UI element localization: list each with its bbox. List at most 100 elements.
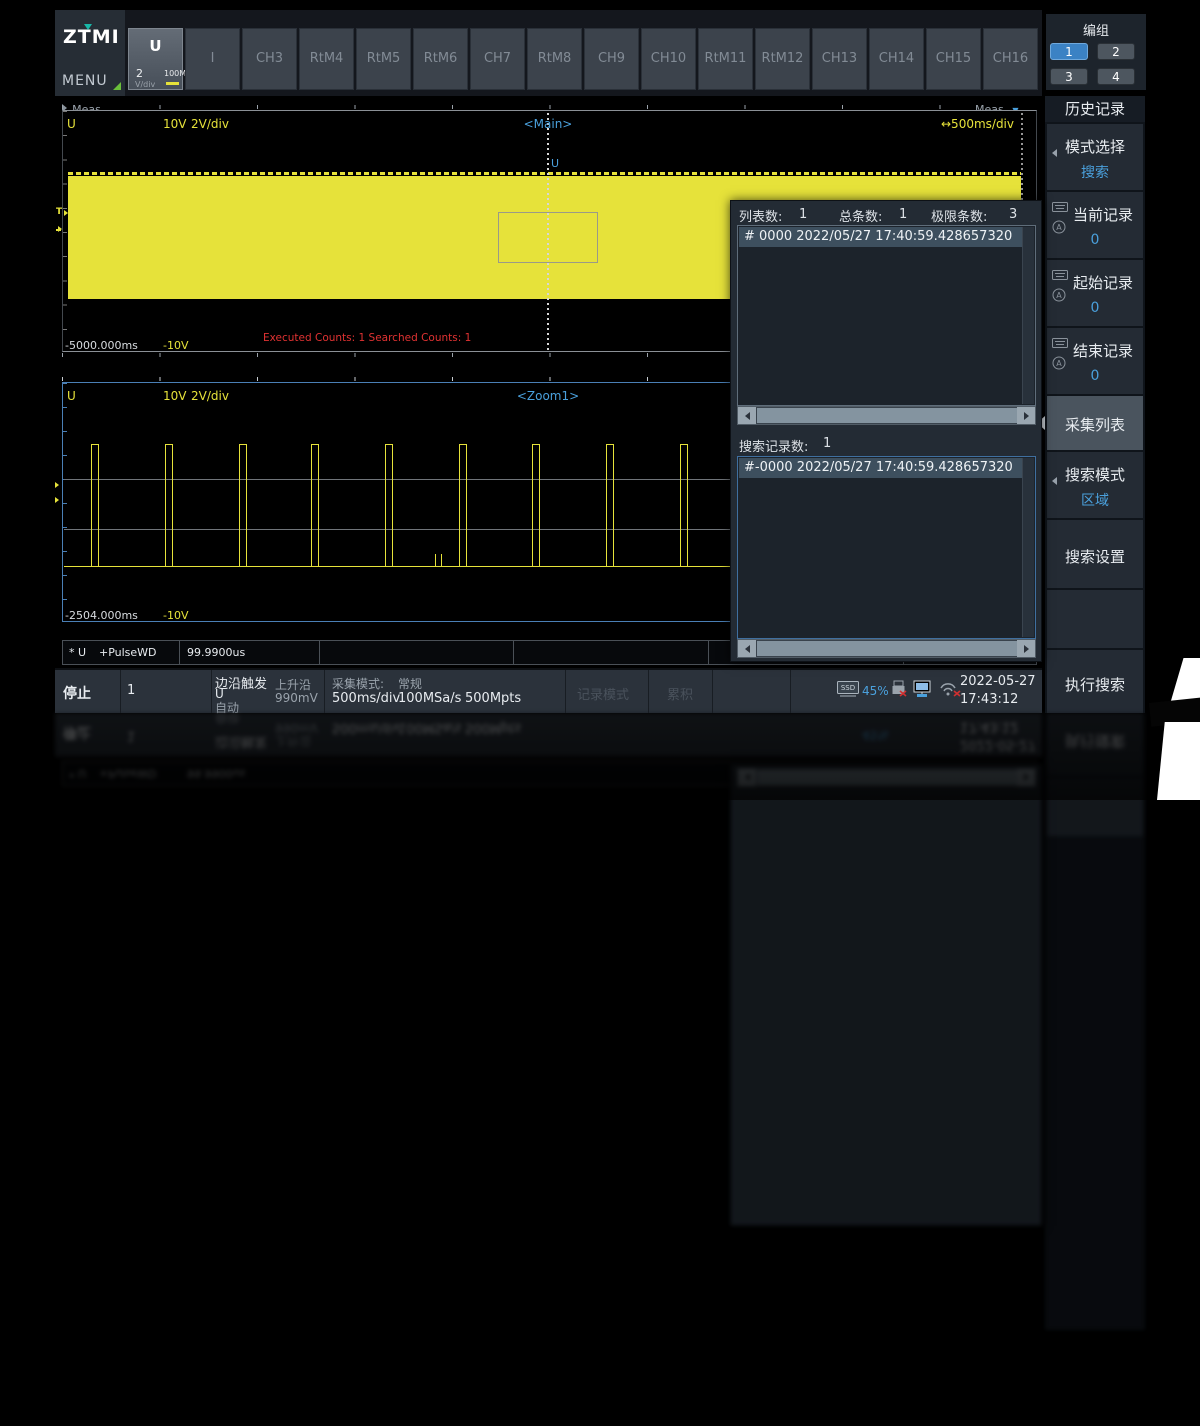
keyboard-icon bbox=[1052, 202, 1068, 212]
channel-tab[interactable]: RtM8 bbox=[527, 28, 582, 90]
group-button-4[interactable]: 4 bbox=[1097, 68, 1135, 85]
sidebar-item-acq-list[interactable]: 采集列表 bbox=[1047, 396, 1143, 450]
reflection-text: 边沿触发 bbox=[215, 734, 267, 753]
main-time-left-label: -5000.000ms bbox=[65, 339, 138, 352]
divider bbox=[211, 670, 212, 713]
measure-source: * U bbox=[69, 646, 86, 659]
mode-select-value: 搜索 bbox=[1047, 162, 1143, 182]
divider bbox=[319, 641, 320, 664]
reflection-scroll-button bbox=[738, 769, 756, 786]
search-list-item[interactable]: #-0000 2022/05/27 17:40:59.428657320 bbox=[739, 458, 1028, 478]
reflection-text: 500ms/div bbox=[332, 720, 400, 735]
acq-mode-value: 常规 bbox=[398, 675, 422, 692]
zoom-time-left-label: -2504.000ms bbox=[65, 609, 138, 622]
channel-tab[interactable]: CH10 bbox=[641, 28, 696, 90]
sidebar-item-current-record[interactable]: A 当前记录 0 bbox=[1047, 192, 1143, 258]
scroll-right-button[interactable] bbox=[1017, 407, 1035, 424]
channel-tab[interactable]: CH13 bbox=[812, 28, 867, 90]
vertical-scrollbar[interactable] bbox=[1022, 227, 1034, 404]
channel-tab-label: CH3 bbox=[243, 51, 296, 66]
glitch-pulse bbox=[435, 554, 442, 566]
search-result-text: Executed Counts: 1 Searched Counts: 1 bbox=[263, 332, 471, 344]
channel-tab[interactable]: CH15 bbox=[926, 28, 981, 90]
channel-tab[interactable]: RtM6 bbox=[413, 28, 468, 90]
reflection-text: 500Mpts bbox=[465, 720, 521, 735]
scroll-right-button[interactable] bbox=[1017, 640, 1035, 657]
limit-count-value: 3 bbox=[1009, 207, 1017, 222]
channel-tab[interactable]: CH14 bbox=[869, 28, 924, 90]
divider bbox=[120, 670, 121, 713]
search-mode-label: 搜索模式 bbox=[1047, 464, 1143, 485]
record-list-item[interactable]: # 0000 2022/05/27 17:40:59.428657320 bbox=[739, 227, 1028, 247]
main-range-label: 10V bbox=[163, 117, 186, 131]
sidebar-item-search-mode[interactable]: 搜索模式 区域 bbox=[1047, 452, 1143, 518]
acq-list-label: 采集列表 bbox=[1047, 414, 1143, 435]
trigger-marker-arrow-icon bbox=[64, 210, 68, 216]
main-timebase-label: ↔500ms/div bbox=[941, 117, 1014, 131]
timebase-value: 500ms/div bbox=[332, 691, 400, 706]
group-button-1[interactable]: 1 bbox=[1050, 43, 1088, 60]
reflection-scrollbar bbox=[737, 768, 1036, 787]
channel-vdiv-value: 2 bbox=[136, 67, 143, 80]
trigger-level-marker[interactable]: T bbox=[56, 207, 62, 217]
sidebar-item-start-record[interactable]: A 起始记录 0 bbox=[1047, 260, 1143, 326]
wifi-icon bbox=[939, 681, 961, 697]
trigger-mode: 自动 bbox=[215, 699, 239, 716]
current-record-label: 当前记录 bbox=[1073, 204, 1133, 225]
channel-tab-label: I bbox=[186, 51, 239, 66]
divider bbox=[179, 641, 180, 664]
pulse bbox=[239, 444, 247, 566]
zoom-level-bottom-label: -10V bbox=[163, 609, 189, 622]
sample-rate-value: 100MSa/s bbox=[398, 691, 461, 706]
scrollbar-thumb[interactable] bbox=[757, 408, 1017, 423]
search-zone-box[interactable] bbox=[498, 212, 598, 263]
reflection-text: 99.9900us bbox=[187, 767, 245, 780]
record-list[interactable]: # 0000 2022/05/27 17:40:59.428657320 bbox=[737, 225, 1036, 406]
accumulate-label: 累积 bbox=[667, 684, 693, 703]
channel-tab[interactable]: RtM4 bbox=[299, 28, 354, 90]
vertical-scrollbar[interactable] bbox=[1022, 458, 1034, 637]
status-bar: 停止 1 边沿触发 U 自动 上升沿 990mV 采集模式: 常规 500ms/… bbox=[55, 668, 1042, 713]
main-channel-label: U bbox=[67, 117, 76, 131]
channel-tab-label: CH10 bbox=[642, 51, 695, 66]
sidebar-item-execute-search[interactable]: 执行搜索 bbox=[1047, 650, 1143, 713]
horizontal-scrollbar[interactable] bbox=[737, 639, 1036, 658]
search-result-list[interactable]: #-0000 2022/05/27 17:40:59.428657320 bbox=[737, 456, 1036, 639]
svg-text:SSD: SSD bbox=[841, 684, 855, 692]
horizontal-scrollbar[interactable] bbox=[737, 406, 1036, 425]
sidebar-header: 历史记录 bbox=[1045, 96, 1145, 122]
total-count-label: 总条数: bbox=[839, 206, 882, 225]
channel-tab-active[interactable]: U 2 V/div 100M bbox=[128, 28, 183, 90]
end-record-label: 结束记录 bbox=[1073, 340, 1133, 361]
channel-tab[interactable]: RtM11 bbox=[698, 28, 753, 90]
sidebar-item-end-record[interactable]: A 结束记录 0 bbox=[1047, 328, 1143, 394]
channel-tab[interactable]: RtM12 bbox=[755, 28, 810, 90]
end-record-value: 0 bbox=[1047, 368, 1143, 384]
search-mode-value: 区域 bbox=[1047, 490, 1143, 510]
channel-tab-label: RtM4 bbox=[300, 51, 353, 66]
background-corner bbox=[1157, 722, 1200, 800]
history-list-panel: 列表数: 1 总条数: 1 极限条数: 3 # 0000 2022/05/27 … bbox=[730, 200, 1042, 662]
channel-tab[interactable]: RtM5 bbox=[356, 28, 411, 90]
scroll-left-button[interactable] bbox=[738, 640, 756, 657]
divider bbox=[513, 641, 514, 664]
reflection-text: 45% bbox=[862, 728, 889, 742]
sidebar-item-search-settings[interactable]: 搜索设置 bbox=[1047, 520, 1143, 588]
channel-tab[interactable]: CH3 bbox=[242, 28, 297, 90]
menu-button[interactable]: MENU bbox=[62, 73, 108, 89]
reflection-scroll-thumb bbox=[757, 770, 1017, 785]
scrollbar-thumb[interactable] bbox=[757, 641, 1017, 656]
group-button-3[interactable]: 3 bbox=[1050, 68, 1088, 85]
sidebar-item-mode-select[interactable]: 模式选择 搜索 bbox=[1047, 124, 1143, 190]
group-button-2[interactable]: 2 bbox=[1097, 43, 1135, 60]
reflection-text: 上升沿 bbox=[275, 733, 311, 750]
channel-tab[interactable]: I bbox=[185, 28, 240, 90]
channel-tab[interactable]: CH9 bbox=[584, 28, 639, 90]
channel-tab[interactable]: CH7 bbox=[470, 28, 525, 90]
channel-tab[interactable]: CH16 bbox=[983, 28, 1038, 90]
reflection-panel bbox=[730, 764, 1042, 1226]
svg-text:A: A bbox=[1056, 359, 1062, 368]
channel-tab-label: CH7 bbox=[471, 51, 524, 66]
triangle-left-icon bbox=[745, 412, 750, 420]
scroll-left-button[interactable] bbox=[738, 407, 756, 424]
